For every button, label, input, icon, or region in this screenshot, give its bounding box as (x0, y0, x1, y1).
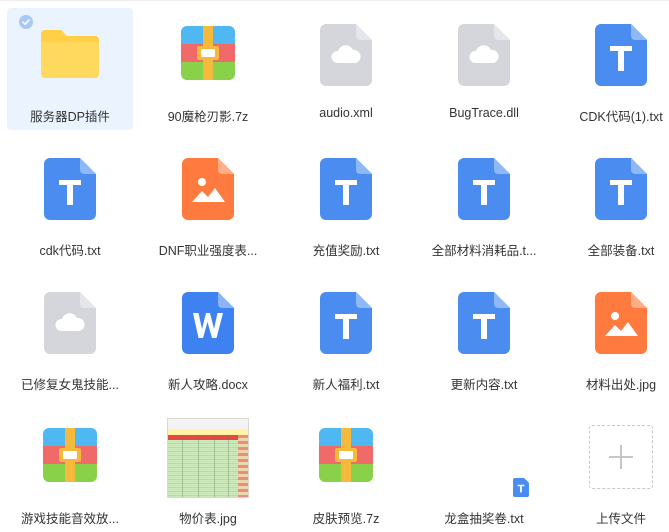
plus-icon (609, 445, 633, 469)
file-label: 服务器DP插件 (30, 110, 110, 124)
file-tile-cloud[interactable]: BugTrace.dll (421, 8, 547, 130)
file-tile-txt[interactable]: cdk代码.txt (7, 142, 133, 264)
image-file-icon (182, 158, 234, 220)
file-label: 材料出处.jpg (585, 378, 657, 392)
archive-icon (319, 427, 373, 487)
folder-icon (39, 28, 101, 83)
file-label: 新人福利.txt (312, 378, 380, 392)
file-label: 新人攻略.docx (168, 378, 248, 392)
file-tile-txt[interactable]: 更新内容.txt (421, 276, 547, 398)
file-tile-txt[interactable]: 充值奖励.txt (283, 142, 409, 264)
file-label: DNF职业强度表... (158, 244, 258, 258)
file-label: cdk代码.txt (39, 244, 101, 258)
cloud-file-icon (458, 24, 510, 86)
file-label: 全部材料消耗品.t... (431, 244, 537, 258)
upload-label[interactable]: 上传文件 (560, 508, 669, 527)
cloud-file-icon (44, 292, 96, 354)
file-tile-folder[interactable]: 服务器DP插件 (7, 8, 133, 130)
file-label: CDK代码(1).txt (579, 110, 663, 124)
file-label: 皮肤预览.7z (312, 512, 380, 526)
txt-file-icon (320, 292, 372, 354)
spreadsheet-thumbnail (167, 418, 249, 498)
archive-icon (43, 427, 97, 487)
word-file-icon (182, 292, 234, 354)
txt-file-icon (595, 24, 647, 86)
file-tile-image[interactable]: 材料出处.jpg (558, 276, 669, 398)
file-tile-txt[interactable]: 全部材料消耗品.t... (421, 142, 547, 264)
file-tile-image[interactable]: DNF职业强度表... (145, 142, 271, 264)
file-tile-cloud[interactable]: audio.xml (283, 8, 409, 130)
file-tile-txt[interactable]: CDK代码(1).txt (558, 8, 669, 130)
file-grid: 服务器DP插件 90魔枪刃影.7z audio.xml BugTrace.dll… (0, 0, 669, 532)
file-tile-txt-small[interactable]: 龙盒抽奖卷.txt (421, 410, 547, 532)
txt-file-icon (458, 292, 510, 354)
file-label: 全部装备.txt (587, 244, 655, 258)
file-label: 已修复女鬼技能... (21, 378, 119, 392)
file-label: 90魔枪刃影.7z (167, 110, 249, 124)
file-label: BugTrace.dll (449, 106, 519, 120)
upload-button[interactable] (589, 425, 653, 489)
txt-file-icon (458, 158, 510, 220)
file-tile-archive[interactable]: 游戏技能音效放... (7, 410, 133, 532)
file-label: audio.xml (319, 106, 373, 120)
txt-mini-icon (513, 478, 529, 502)
file-tile-cloud[interactable]: 已修复女鬼技能... (7, 276, 133, 398)
file-tile-image-thumb[interactable]: 物价表.jpg (145, 410, 271, 532)
file-tile-word[interactable]: 新人攻略.docx (145, 276, 271, 398)
txt-file-icon (595, 158, 647, 220)
txt-file-icon (44, 158, 96, 220)
archive-icon (181, 25, 235, 85)
file-tile-archive[interactable]: 皮肤预览.7z (283, 410, 409, 532)
image-file-icon (595, 292, 647, 354)
file-label: 龙盒抽奖卷.txt (444, 512, 524, 526)
upload-tile[interactable]: 上传文件 (558, 410, 669, 532)
txt-file-icon (320, 158, 372, 220)
file-tile-txt[interactable]: 新人福利.txt (283, 276, 409, 398)
cloud-file-icon (320, 24, 372, 86)
file-label: 更新内容.txt (450, 378, 518, 392)
file-label: 游戏技能音效放... (21, 512, 119, 526)
file-label: 充值奖励.txt (312, 244, 380, 258)
file-tile-txt[interactable]: 全部装备.txt (558, 142, 669, 264)
file-tile-archive[interactable]: 90魔枪刃影.7z (145, 8, 271, 130)
file-label: 物价表.jpg (179, 512, 237, 526)
